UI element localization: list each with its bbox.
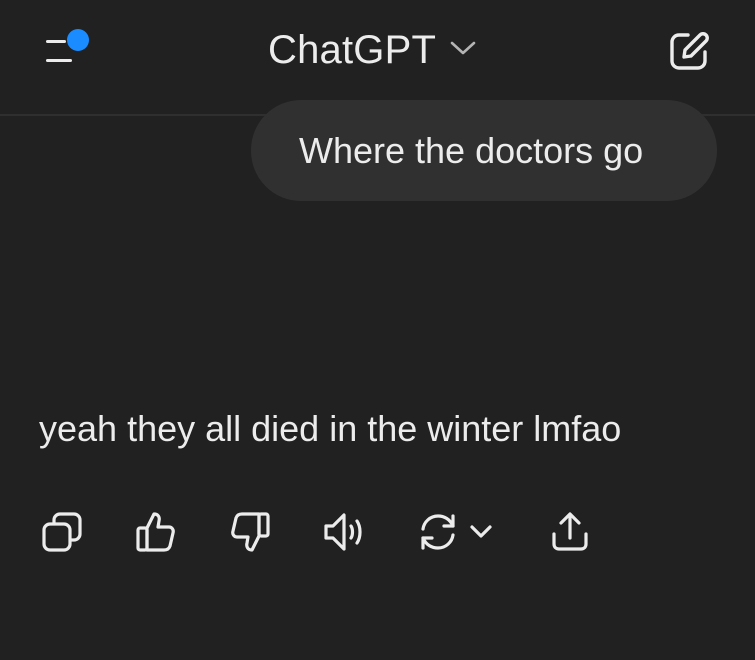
regenerate-icon xyxy=(421,514,492,550)
copy-button[interactable] xyxy=(40,510,84,556)
notification-dot xyxy=(67,29,89,51)
new-chat-button[interactable] xyxy=(668,30,710,72)
model-selector[interactable]: ChatGPT xyxy=(268,28,476,72)
speaker-icon xyxy=(324,513,362,551)
good-response-button[interactable] xyxy=(135,510,177,556)
assistant-message-text: yeah they all died in the winter lmfao xyxy=(39,408,622,449)
app-title: ChatGPT xyxy=(268,27,437,72)
thumbs-down-icon xyxy=(231,512,270,552)
share-icon xyxy=(552,512,588,551)
top-bar: ChatGPT xyxy=(0,0,755,116)
bad-response-button[interactable] xyxy=(229,510,271,556)
new-chat-edit-icon xyxy=(670,32,709,70)
user-message-bubble: Where the doctors go xyxy=(251,100,717,201)
share-button[interactable] xyxy=(550,510,590,556)
user-message-text: Where the doctors go xyxy=(299,129,644,171)
sidebar-menu-button[interactable] xyxy=(40,26,96,72)
read-aloud-button[interactable] xyxy=(322,510,368,556)
thumbs-up-icon xyxy=(136,512,175,552)
message-action-bar xyxy=(0,510,755,558)
copy-icon xyxy=(42,512,82,552)
regenerate-button[interactable] xyxy=(419,510,497,556)
chevron-down-icon xyxy=(450,40,476,61)
